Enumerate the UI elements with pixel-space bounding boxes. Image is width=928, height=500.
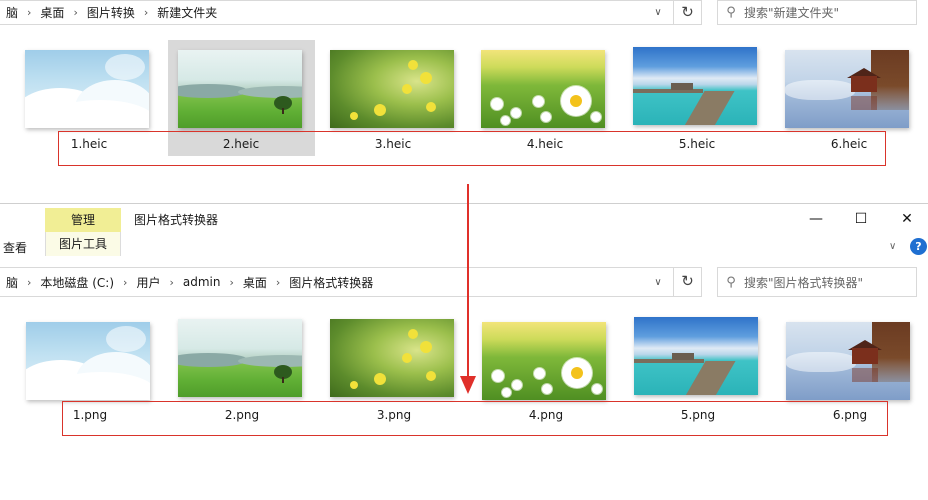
breadcrumb-item[interactable]: admin xyxy=(177,275,227,289)
file-thumbnail-field[interactable] xyxy=(178,319,302,397)
search-placeholder: 搜索"图片格式转换器" xyxy=(744,275,864,290)
file-thumbnail-clouds[interactable] xyxy=(26,322,150,400)
breadcrumb-item[interactable]: 脑 xyxy=(0,274,24,291)
top-address-bar[interactable]: 脑 › 桌面 › 图片转换 › 新建文件夹 ∨ ↻ xyxy=(0,0,702,25)
breadcrumb-item[interactable]: 用户 xyxy=(130,274,166,291)
file-thumbnail-pier[interactable] xyxy=(633,47,757,125)
breadcrumb-separator-icon[interactable]: › xyxy=(226,276,236,289)
maximize-icon[interactable]: ☐ xyxy=(849,209,873,229)
breadcrumb-item[interactable]: 本地磁盘 (C:) xyxy=(34,274,120,291)
refresh-icon[interactable]: ↻ xyxy=(673,0,701,25)
file-thumbnail-field[interactable] xyxy=(178,50,302,128)
ribbon-expand-chevron-down-icon[interactable]: ∨ xyxy=(889,241,896,252)
file-thumbnail-rapeseed[interactable] xyxy=(330,319,454,397)
breadcrumb-separator-icon[interactable]: › xyxy=(166,276,176,289)
bottom-address-bar[interactable]: 脑 › 本地磁盘 (C:) › 用户 › admin › 桌面 › 图片格式转换… xyxy=(0,267,702,297)
breadcrumb-separator-icon[interactable]: › xyxy=(70,6,80,19)
search-icon: ⚲ xyxy=(726,274,736,290)
file-thumbnail-daisies[interactable] xyxy=(481,50,605,128)
bottom-explorer-window: 查看 管理 图片工具 图片格式转换器 — ☐ ✕ ∨ ? 脑 › 本地磁盘 (C… xyxy=(0,203,928,500)
breadcrumb-item[interactable]: 桌面 xyxy=(237,274,273,291)
tab-manage[interactable]: 管理 xyxy=(45,208,121,232)
search-icon: ⚲ xyxy=(726,5,736,20)
refresh-icon[interactable]: ↻ xyxy=(673,267,701,297)
file-thumbnail-clouds[interactable] xyxy=(25,50,149,128)
minimize-icon[interactable]: — xyxy=(804,209,828,229)
breadcrumb-separator-icon[interactable]: › xyxy=(120,276,130,289)
window-title: 图片格式转换器 xyxy=(134,213,219,227)
breadcrumb-separator-icon[interactable]: › xyxy=(141,6,151,19)
file-thumbnail-lakehouse[interactable] xyxy=(786,322,910,400)
breadcrumb-item[interactable]: 桌面 xyxy=(34,4,70,21)
close-icon[interactable]: ✕ xyxy=(895,209,919,229)
breadcrumb-item[interactable]: 图片转换 xyxy=(81,4,141,21)
top-explorer-window: 脑 › 桌面 › 图片转换 › 新建文件夹 ∨ ↻ ⚲ 搜索"新建文件夹" 1.… xyxy=(0,0,928,203)
help-icon[interactable]: ? xyxy=(910,238,927,255)
screenshot-root: 脑 › 桌面 › 图片转换 › 新建文件夹 ∨ ↻ ⚲ 搜索"新建文件夹" 1.… xyxy=(0,0,928,500)
breadcrumb-item[interactable]: 脑 xyxy=(0,4,24,21)
breadcrumb-item[interactable]: 新建文件夹 xyxy=(151,4,223,21)
ribbon: 查看 管理 图片工具 图片格式转换器 — ☐ ✕ ∨ ? xyxy=(0,204,928,260)
tab-view[interactable]: 查看 xyxy=(3,239,27,256)
address-history-dropdown-icon[interactable]: ∨ xyxy=(651,275,665,291)
conversion-arrow-line xyxy=(467,184,469,382)
tab-picture-tools[interactable]: 图片工具 xyxy=(45,232,121,256)
annotation-highlight-box xyxy=(58,131,886,166)
breadcrumb-item[interactable]: 图片格式转换器 xyxy=(283,274,379,291)
file-thumbnail-pier[interactable] xyxy=(634,317,758,395)
breadcrumb-separator-icon[interactable]: › xyxy=(24,6,34,19)
top-search-input[interactable]: ⚲ 搜索"新建文件夹" xyxy=(717,0,917,25)
file-thumbnail-rapeseed[interactable] xyxy=(330,50,454,128)
address-history-dropdown-icon[interactable]: ∨ xyxy=(651,5,665,21)
annotation-highlight-box xyxy=(62,401,888,436)
breadcrumb-separator-icon[interactable]: › xyxy=(24,276,34,289)
bottom-search-input[interactable]: ⚲ 搜索"图片格式转换器" xyxy=(717,267,917,297)
breadcrumb-separator-icon[interactable]: › xyxy=(273,276,283,289)
search-placeholder: 搜索"新建文件夹" xyxy=(744,6,840,20)
file-thumbnail-daisies[interactable] xyxy=(482,322,606,400)
conversion-arrow-head-icon xyxy=(460,376,476,394)
file-thumbnail-lakehouse[interactable] xyxy=(785,50,909,128)
